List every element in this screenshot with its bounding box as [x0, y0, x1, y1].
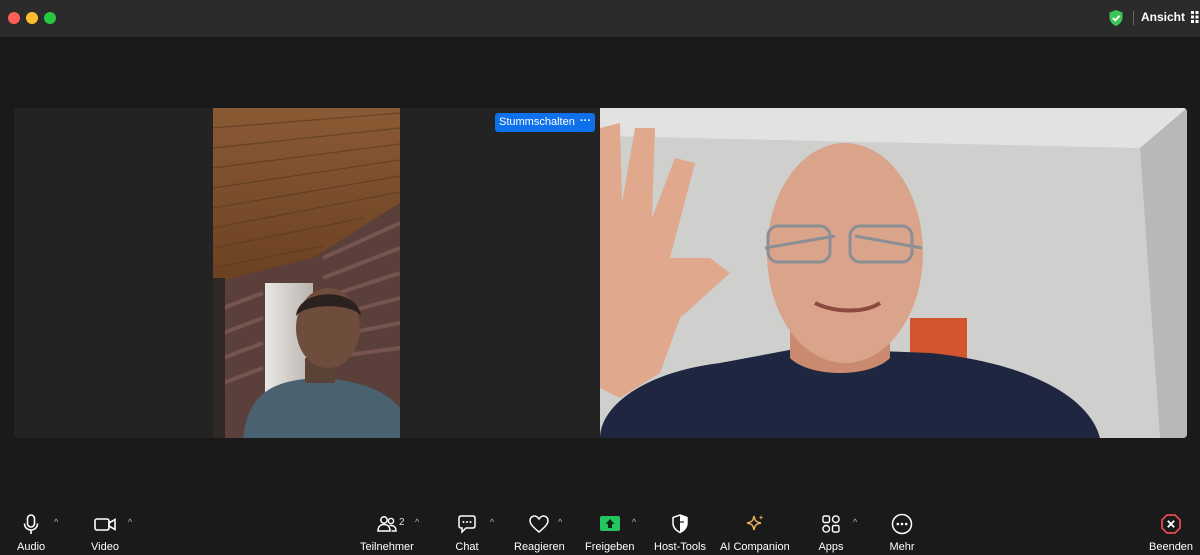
participant-tile-left[interactable]: [14, 108, 600, 438]
participants-button[interactable]: Teilnehmer: [360, 513, 414, 553]
react-options-caret-icon[interactable]: ^: [558, 517, 562, 527]
ai-companion-label: AI Companion: [720, 541, 790, 553]
chat-button[interactable]: Chat: [454, 513, 480, 553]
host-shield-icon: [672, 514, 688, 534]
end-meeting-label: Beenden: [1149, 541, 1194, 553]
apps-label: Apps: [818, 541, 844, 553]
audio-button[interactable]: Audio: [17, 513, 45, 553]
participants-count: 2: [399, 517, 405, 528]
video-stage: Stummschalten ···: [0, 37, 1200, 503]
participants-label: Teilnehmer: [360, 541, 414, 553]
chat-icon: [458, 515, 476, 534]
host-tools-button[interactable]: Host-Tools: [654, 513, 706, 553]
video-label: Video: [91, 541, 119, 553]
react-label: Reagieren: [514, 541, 565, 553]
more-dots-icon: [891, 513, 913, 535]
view-button[interactable]: Ansicht: [1141, 10, 1200, 24]
zoom-window-button[interactable]: [44, 12, 56, 24]
apps-button[interactable]: Apps: [818, 513, 844, 553]
end-call-icon: [1161, 514, 1181, 534]
participant-video-right: [600, 108, 1187, 438]
grid-icon: [1191, 11, 1199, 23]
more-button[interactable]: Mehr: [889, 513, 915, 553]
close-window-button[interactable]: [8, 12, 20, 24]
participant-video-left: [213, 108, 400, 438]
sparkle-icon: [746, 515, 764, 531]
apps-options-caret-icon[interactable]: ^: [853, 517, 857, 527]
host-tools-label: Host-Tools: [654, 541, 706, 553]
share-screen-icon: [599, 516, 620, 531]
share-button[interactable]: Freigeben: [585, 513, 635, 553]
video-options-caret-icon[interactable]: ^: [128, 517, 132, 527]
camera-icon: [94, 518, 116, 531]
participants-options-caret-icon[interactable]: ^: [415, 517, 419, 527]
heart-icon: [529, 515, 550, 533]
ai-companion-button[interactable]: AI Companion: [720, 513, 790, 553]
minimize-window-button[interactable]: [26, 12, 38, 24]
meeting-toolbar: Audio ^ Video ^ Teilnehmer 2 ^ Chat ^ Re…: [0, 503, 1200, 555]
share-options-caret-icon[interactable]: ^: [632, 517, 636, 527]
participants-icon: [377, 516, 397, 532]
share-label: Freigeben: [585, 541, 635, 553]
title-separator: [1133, 11, 1134, 25]
microphone-icon: [23, 514, 39, 534]
participant-more-button[interactable]: ···: [576, 113, 595, 132]
mute-participant-button[interactable]: Stummschalten: [495, 113, 579, 132]
view-label: Ansicht: [1141, 10, 1186, 24]
title-bar: Ansicht: [0, 0, 1200, 37]
apps-icon: [822, 515, 840, 533]
encryption-shield-icon[interactable]: [1106, 8, 1126, 28]
video-button[interactable]: Video: [91, 513, 119, 553]
participant-tile-right[interactable]: [600, 108, 1187, 438]
chat-label: Chat: [455, 541, 479, 553]
chat-options-caret-icon[interactable]: ^: [490, 517, 494, 527]
end-meeting-button[interactable]: Beenden: [1149, 513, 1193, 553]
audio-options-caret-icon[interactable]: ^: [54, 517, 58, 527]
audio-label: Audio: [17, 541, 46, 553]
more-label: Mehr: [889, 541, 915, 553]
